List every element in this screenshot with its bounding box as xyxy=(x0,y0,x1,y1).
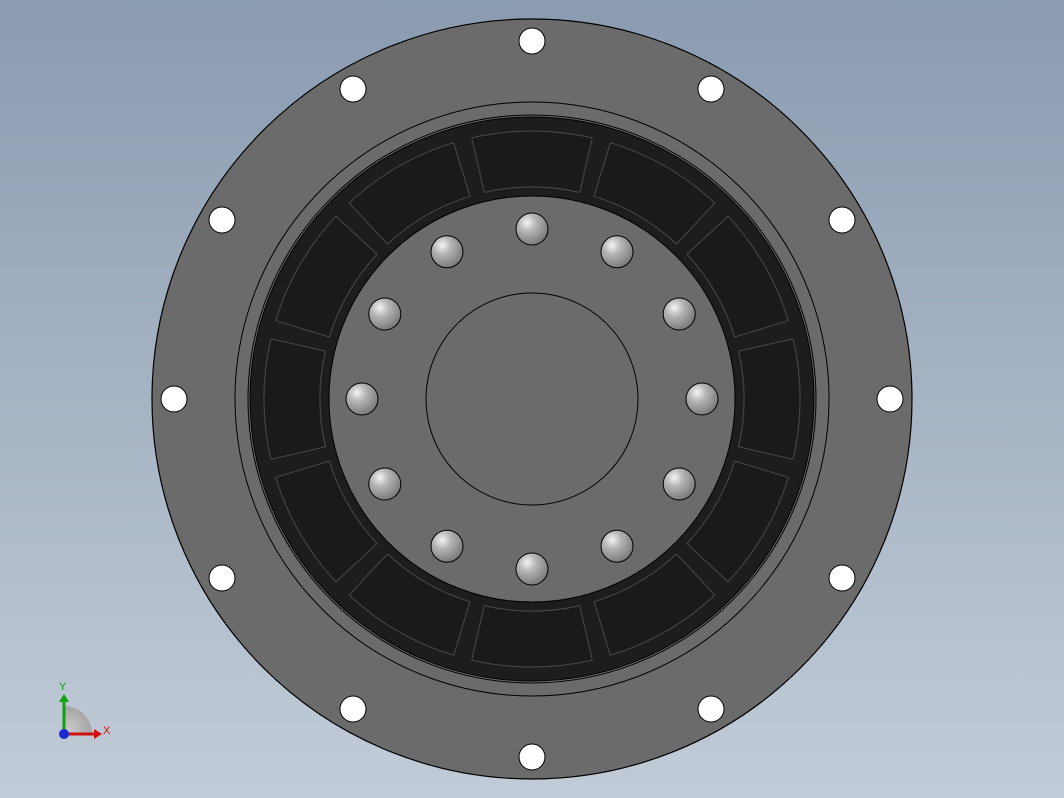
flange-hole[interactable] xyxy=(208,206,236,234)
flange-hole[interactable] xyxy=(518,743,546,771)
flange-hole[interactable] xyxy=(697,695,725,723)
bolt-hole[interactable] xyxy=(600,235,634,269)
origin-icon xyxy=(59,729,69,739)
bolt-hole[interactable] xyxy=(368,297,402,331)
bolt-hole[interactable] xyxy=(430,529,464,563)
magnet-segment[interactable] xyxy=(471,605,593,668)
y-axis-label: Y xyxy=(59,681,67,693)
flange-hole[interactable] xyxy=(828,206,856,234)
magnet-segment[interactable] xyxy=(738,338,801,460)
bolt-hole[interactable] xyxy=(600,529,634,563)
bolt-hole[interactable] xyxy=(662,297,696,331)
center-boss[interactable] xyxy=(425,292,639,506)
bolt-hole[interactable] xyxy=(685,382,719,416)
y-axis-arrow-icon xyxy=(59,694,69,702)
bolt-hole[interactable] xyxy=(368,467,402,501)
flange-hole[interactable] xyxy=(339,75,367,103)
graphics-viewport[interactable]: X Y xyxy=(0,0,1064,798)
bolt-hole[interactable] xyxy=(345,382,379,416)
bolt-hole[interactable] xyxy=(515,212,549,246)
magnet-segment[interactable] xyxy=(471,130,593,193)
flange-hole[interactable] xyxy=(208,564,236,592)
x-axis-arrow-icon xyxy=(94,729,102,739)
flange-hole[interactable] xyxy=(160,385,188,413)
model-view[interactable]: X Y xyxy=(0,0,1064,798)
flange-hole[interactable] xyxy=(697,75,725,103)
triad-plane-icon xyxy=(64,706,92,734)
flange-hole[interactable] xyxy=(518,27,546,55)
flange-hole[interactable] xyxy=(876,385,904,413)
coordinate-triad: X Y xyxy=(59,681,111,739)
x-axis-label: X xyxy=(103,725,111,737)
bolt-hole[interactable] xyxy=(430,235,464,269)
flange-hole[interactable] xyxy=(828,564,856,592)
magnet-segment[interactable] xyxy=(263,338,326,460)
flange-hole[interactable] xyxy=(339,695,367,723)
bolt-hole[interactable] xyxy=(662,467,696,501)
bolt-hole[interactable] xyxy=(515,552,549,586)
